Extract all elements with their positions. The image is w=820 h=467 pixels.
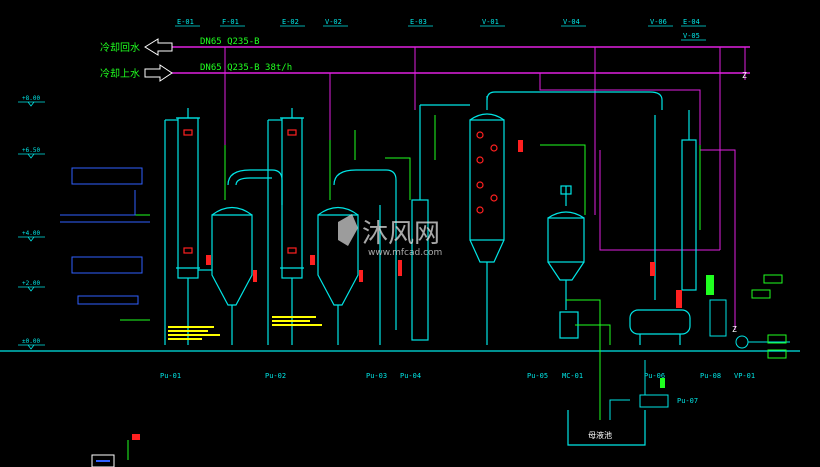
bottom-tags: Pu-01 Pu-02 Pu-03 Pu-04 Pu-05 MC-01 Pu-0… xyxy=(160,372,755,405)
level-mark: +2.00 xyxy=(22,280,40,287)
instrument-boxes xyxy=(60,167,150,305)
elevation-marks: +8.00 +6.50 +4.00 +2.00 ±0.00 xyxy=(22,95,40,345)
tag-Pu-04: Pu-04 xyxy=(400,372,421,380)
tag-V-01: V-01 xyxy=(482,18,499,26)
tag-Pu-02: Pu-02 xyxy=(265,372,286,380)
condenser-column xyxy=(629,110,697,345)
tag-V-06: V-06 xyxy=(650,18,667,26)
tag-Pu-01: Pu-01 xyxy=(160,372,181,380)
tag-E-04: E-04 xyxy=(683,18,700,26)
tag-Pu-05: Pu-05 xyxy=(527,372,548,380)
level-mark: +8.00 xyxy=(22,95,40,102)
cooling-supply-label: 冷却上水 xyxy=(100,67,140,80)
tag-MC-01: MC-01 xyxy=(562,372,583,380)
supply-spec: DN65 Q235-B 38t/h xyxy=(200,63,292,73)
z-marker: Z xyxy=(732,325,737,334)
legend-icon xyxy=(91,434,140,467)
tag-Pu-08: Pu-08 xyxy=(700,372,721,380)
level-mark: +4.00 xyxy=(22,230,40,237)
evaporator-1 xyxy=(164,108,200,345)
process-flow-diagram: E-01 F-01 E-02 V-02 E-03 V-01 V-04 V-06 … xyxy=(0,18,800,467)
lower-pump-group xyxy=(609,360,669,420)
z-marker: Z xyxy=(742,71,747,80)
level-mark: +6.50 xyxy=(22,147,40,154)
watermark-url: www.mfcad.com xyxy=(368,248,442,258)
tag-VP-01: VP-01 xyxy=(734,372,755,380)
cad-drawing-canvas[interactable]: E-01 F-01 E-02 V-02 E-03 V-01 V-04 V-06 … xyxy=(0,0,820,467)
right-instruments xyxy=(706,274,790,359)
tag-E-01: E-01 xyxy=(177,18,194,26)
tag-V-02: V-02 xyxy=(325,18,342,26)
level-mark: ±0.00 xyxy=(22,338,40,345)
crystallizer xyxy=(547,185,585,339)
tag-E-03: E-03 xyxy=(410,18,427,26)
yellow-hatch-pump-1 xyxy=(168,326,220,340)
evaporator-2 xyxy=(267,108,304,345)
tag-V-04: V-04 xyxy=(563,18,580,26)
separator-1 xyxy=(198,169,283,345)
tag-E-02: E-02 xyxy=(282,18,299,26)
watermark: 沐风网 www.mfcad.com xyxy=(338,214,442,258)
tag-Pu-03: Pu-03 xyxy=(366,372,387,380)
return-spec: DN65 Q235-B xyxy=(200,37,260,47)
cooling-drops xyxy=(224,47,746,330)
tank-label: 母液池 xyxy=(588,430,612,440)
yellow-hatch-pump-2 xyxy=(272,316,322,326)
tag-Pu-07: Pu-07 xyxy=(677,397,698,405)
cooling-return-label: 冷却回水 xyxy=(100,41,140,54)
tag-F-01: F-01 xyxy=(222,18,239,26)
watermark-brand: 沐风网 xyxy=(362,219,440,249)
tag-V-05: V-05 xyxy=(683,32,700,40)
elevation-triangles xyxy=(18,101,45,350)
